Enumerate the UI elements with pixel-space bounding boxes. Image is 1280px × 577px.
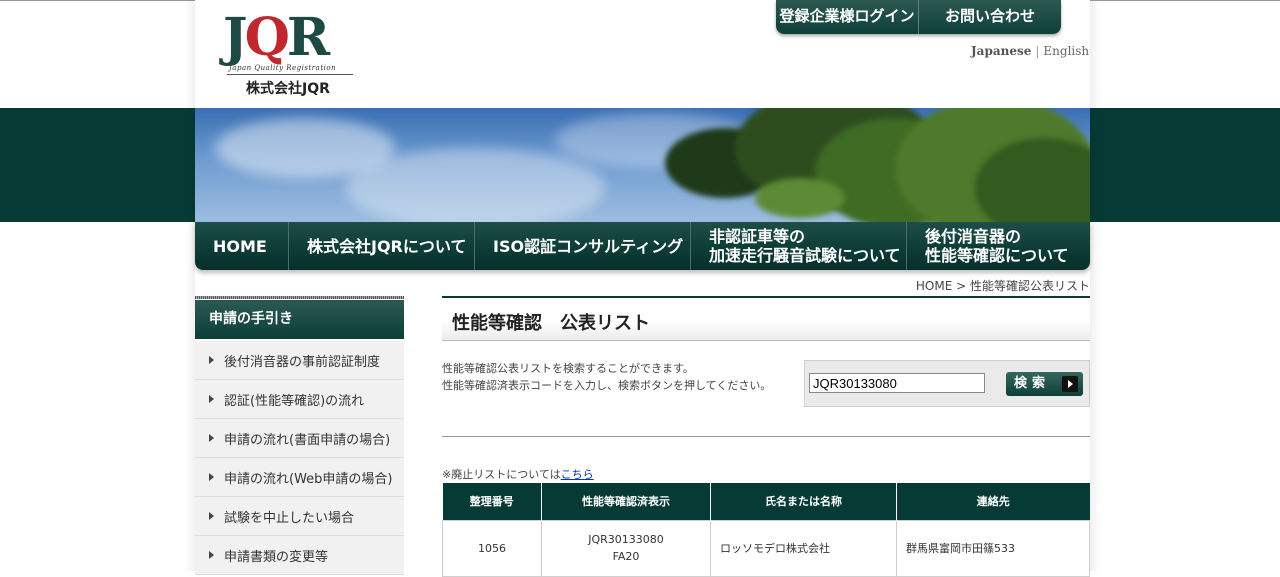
triangle-right-icon (209, 356, 214, 364)
sidebar-heading: 申請の手引き (195, 300, 404, 339)
main-navigation: HOME 株式会社JQRについて ISO認証コンサルティング 非認証車等の 加速走… (195, 222, 1090, 270)
nav-muffler-check[interactable]: 後付消音器の 性能等確認について (907, 222, 1090, 270)
arrow-right-icon (1062, 376, 1078, 392)
abolished-list-note: ※廃止リストについてはこちら (442, 468, 594, 481)
triangle-right-icon (209, 512, 214, 520)
search-input[interactable] (809, 373, 985, 393)
triangle-right-icon (209, 434, 214, 442)
cell-contact: 群馬県富岡市田篠533 (896, 519, 1090, 577)
cell-code: JQR30133080 FA20 (541, 519, 711, 577)
col-header-id: 整理番号 (442, 483, 542, 520)
table-header-row: 整理番号 性能等確認済表示 氏名または名称 連絡先 (442, 483, 1090, 520)
triangle-right-icon (209, 395, 214, 403)
triangle-right-icon (209, 473, 214, 481)
page-title: 性能等確認 公表リスト (452, 313, 650, 334)
sidebar-item-paper-application[interactable]: 申請の流れ(書面申請の場合) (195, 419, 404, 458)
cell-id: 1056 (442, 519, 542, 577)
top-utility-tabs: 登録企業様ログイン お問い合わせ (776, 0, 1061, 34)
triangle-right-icon (209, 551, 214, 559)
nav-noise-test[interactable]: 非認証車等の 加速走行騒音試験について (691, 222, 907, 270)
col-header-code: 性能等確認済表示 (541, 483, 711, 520)
sidebar-item-certification-flow[interactable]: 認証(性能等確認)の流れ (195, 380, 404, 419)
language-switcher: Japanese | English (971, 44, 1090, 58)
sidebar-menu: 後付消音器の事前認証制度 認証(性能等確認)の流れ 申請の流れ(書面申請の場合)… (195, 341, 404, 575)
nav-iso-consulting[interactable]: ISO認証コンサルティング (475, 222, 691, 270)
sidebar-item-document-changes[interactable]: 申請書類の変更等 (195, 536, 404, 575)
lang-japanese[interactable]: Japanese (971, 44, 1031, 58)
breadcrumb: HOME > 性能等確認公表リスト (915, 279, 1090, 293)
contact-tab[interactable]: お問い合わせ (918, 0, 1061, 34)
login-tab[interactable]: 登録企業様ログイン (776, 0, 918, 34)
cell-name: ロッソモデロ株式会社 (710, 519, 897, 577)
results-table: 整理番号 性能等確認済表示 氏名または名称 連絡先 1056 JQR301330… (442, 483, 1090, 577)
table-row: 1056 JQR30133080 FA20 ロッソモデロ株式会社 群馬県富岡市田… (442, 519, 1090, 577)
sidebar-item-web-application[interactable]: 申請の流れ(Web申請の場合) (195, 458, 404, 497)
site-logo[interactable]: JQR Japan Quality Registration 株式会社JQR (223, 8, 363, 98)
col-header-name: 氏名または名称 (710, 483, 897, 520)
search-description: 性能等確認公表リストを検索することができます。 性能等確認済表示コードを入力し、… (442, 362, 772, 392)
page-title-bar: 性能等確認 公表リスト (442, 296, 1090, 341)
abolished-list-link[interactable]: こちら (561, 468, 594, 481)
page-container: JQR Japan Quality Registration 株式会社JQR 登… (195, 0, 1090, 577)
logo-mark: JQR (223, 7, 330, 68)
logo-subtitle: Japan Quality Registration (229, 64, 337, 72)
hero-banner (195, 108, 1090, 222)
sidebar-item-pre-certification[interactable]: 後付消音器の事前認証制度 (195, 341, 404, 380)
search-panel: 検索 (804, 360, 1090, 407)
lang-english[interactable]: English (1043, 44, 1089, 58)
company-name: 株式会社JQR (246, 81, 330, 97)
nav-home[interactable]: HOME (195, 222, 289, 270)
sidebar-item-cancel-test[interactable]: 試験を中止したい場合 (195, 497, 404, 536)
search-button[interactable]: 検索 (1006, 372, 1083, 396)
nav-about[interactable]: 株式会社JQRについて (289, 222, 475, 270)
col-header-contact: 連絡先 (896, 483, 1090, 520)
